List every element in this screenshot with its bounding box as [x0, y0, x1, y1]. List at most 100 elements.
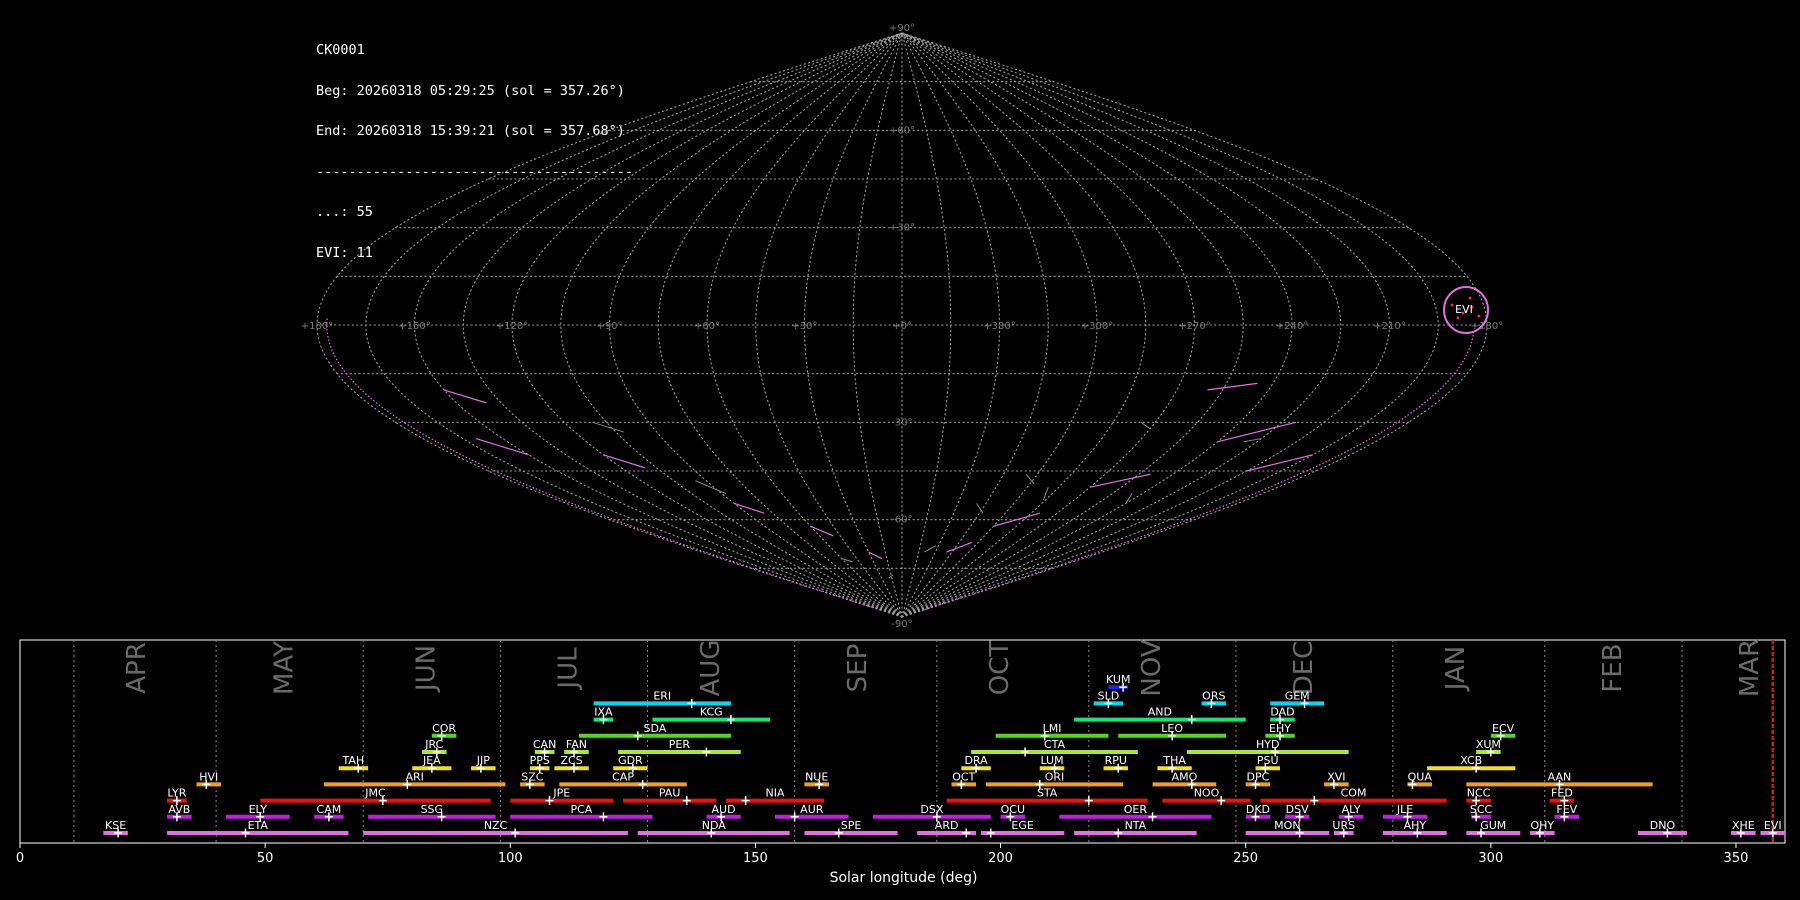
shower-ixa: IXA: [593, 706, 614, 725]
meteor-track: [1025, 473, 1035, 485]
shower-noo: NOO: [1162, 787, 1251, 806]
shower-label: LUM: [1040, 754, 1063, 767]
shower-label: AND: [1148, 706, 1172, 719]
month-label: JUN: [411, 645, 441, 693]
shower-label: HVI: [199, 770, 218, 783]
shower-eri: ERI: [593, 689, 731, 708]
x-tick-label: 100: [498, 851, 523, 866]
shower-hyd: HYD: [1186, 738, 1349, 757]
shower-label: PCA: [570, 803, 592, 816]
shower-label: QUA: [1408, 770, 1433, 783]
plot-frame: [19, 639, 1786, 844]
shower-dra: DRA: [961, 754, 991, 773]
shower-label: ETA: [248, 819, 269, 832]
shower-eta: ETA: [167, 819, 349, 838]
meteor-track: [810, 525, 834, 537]
shower-tah: TAH: [338, 754, 369, 773]
shower-and: AND: [1074, 706, 1246, 725]
shower-label: AVB: [168, 803, 190, 816]
shower-aur: AUR: [775, 803, 849, 822]
shower-label: LMI: [1043, 722, 1062, 735]
shower-label: SZC: [521, 770, 544, 783]
shower-aan: AAN: [1466, 770, 1653, 789]
shower-spe: SPE: [804, 819, 898, 838]
shower-aud: AUD: [706, 803, 741, 822]
shower-ehy: EHY: [1265, 722, 1295, 741]
shower-fan: FAN: [564, 738, 589, 757]
meteor-tracks: [326, 318, 1475, 612]
shower-label: OER: [1124, 803, 1148, 816]
shower-label: NUE: [805, 770, 828, 783]
shower-fev: FEV: [1554, 803, 1580, 822]
shower-urs: URS: [1332, 819, 1355, 838]
shower-qua: QUA: [1407, 770, 1432, 789]
shower-gem: GEM: [1270, 689, 1325, 708]
shower-dpc: DPC: [1245, 770, 1271, 789]
x-tick-label: 300: [1478, 851, 1503, 866]
shower-avb: AVB: [167, 803, 192, 822]
shower-label: EHY: [1269, 722, 1291, 735]
shower-pps: PPS: [530, 754, 550, 773]
shower-label: AUR: [800, 803, 824, 816]
meteor-track: [1246, 454, 1313, 472]
shower-evi: EVI: [1760, 819, 1785, 838]
shower-ari: ARI: [323, 770, 506, 789]
shower-label: ARD: [935, 819, 959, 832]
meteor-track: [923, 545, 937, 553]
latitude-label: -60°: [891, 515, 912, 526]
shower-lyr: LYR: [167, 787, 187, 806]
shower-tha: THA: [1157, 754, 1192, 773]
shower-label: DRA: [964, 754, 988, 767]
shower-per: PER: [618, 738, 741, 757]
longitude-label: +60°: [694, 321, 720, 332]
shower-oer: OER: [1059, 803, 1212, 822]
shower-fed: FED: [1549, 787, 1575, 806]
longitude-label: +240°: [1276, 321, 1308, 332]
shower-label: THA: [1162, 754, 1186, 767]
meteor-track: [1217, 421, 1297, 443]
month-label: APR: [122, 642, 152, 694]
shower-dno: DNO: [1637, 819, 1687, 838]
meteor-track: [695, 480, 727, 495]
shower-label: URS: [1332, 819, 1355, 832]
shower-label: SPE: [841, 819, 862, 832]
meteor-track: [1140, 421, 1151, 430]
x-axis-label: Solar longitude (deg): [830, 870, 978, 886]
shower-nia: NIA: [726, 787, 825, 806]
shower-label: XUM: [1476, 738, 1501, 751]
shower-label: NCC: [1467, 787, 1491, 800]
shower-label: PER: [669, 738, 691, 751]
shower-label: TAH: [342, 754, 365, 767]
meteor-track: [475, 437, 529, 456]
meteor-track: [841, 558, 853, 563]
meteor-track: [1042, 487, 1049, 501]
shower-xhe: XHE: [1731, 819, 1756, 838]
shower-psu: PSU: [1255, 754, 1281, 773]
shower-mon: MON: [1245, 819, 1330, 838]
shower-label: COR: [432, 722, 456, 735]
shower-label: SDA: [644, 722, 667, 735]
shower-sta: STA: [946, 787, 1148, 806]
shower-label: XCB: [1460, 754, 1482, 767]
shower-rpu: RPU: [1103, 754, 1129, 773]
shower-label: PPS: [530, 754, 550, 767]
month-label: AUG: [696, 640, 726, 697]
shower-ecv: ECV: [1490, 722, 1516, 741]
shower-label: GEM: [1285, 689, 1310, 702]
shower-label: AHY: [1404, 819, 1427, 832]
shower-dsv: DSV: [1284, 803, 1310, 822]
shower-jpe: JPE: [510, 787, 614, 806]
shower-label: NIA: [766, 787, 785, 800]
shower-label: ZCS: [560, 754, 582, 767]
latitude-label: +30°: [889, 223, 915, 234]
month-label: DEC: [1289, 641, 1319, 696]
shower-ahy: AHY: [1382, 819, 1447, 838]
shower-label: GDR: [618, 754, 643, 767]
shower-label: JPE: [552, 787, 570, 800]
shower-label: NTA: [1125, 819, 1147, 832]
shower-hvi: HVI: [196, 770, 222, 789]
shower-label: ECV: [1492, 722, 1515, 735]
shower-label: XHE: [1732, 819, 1755, 832]
shower-pau: PAU: [623, 787, 717, 806]
shower-dad: DAD: [1270, 706, 1295, 725]
